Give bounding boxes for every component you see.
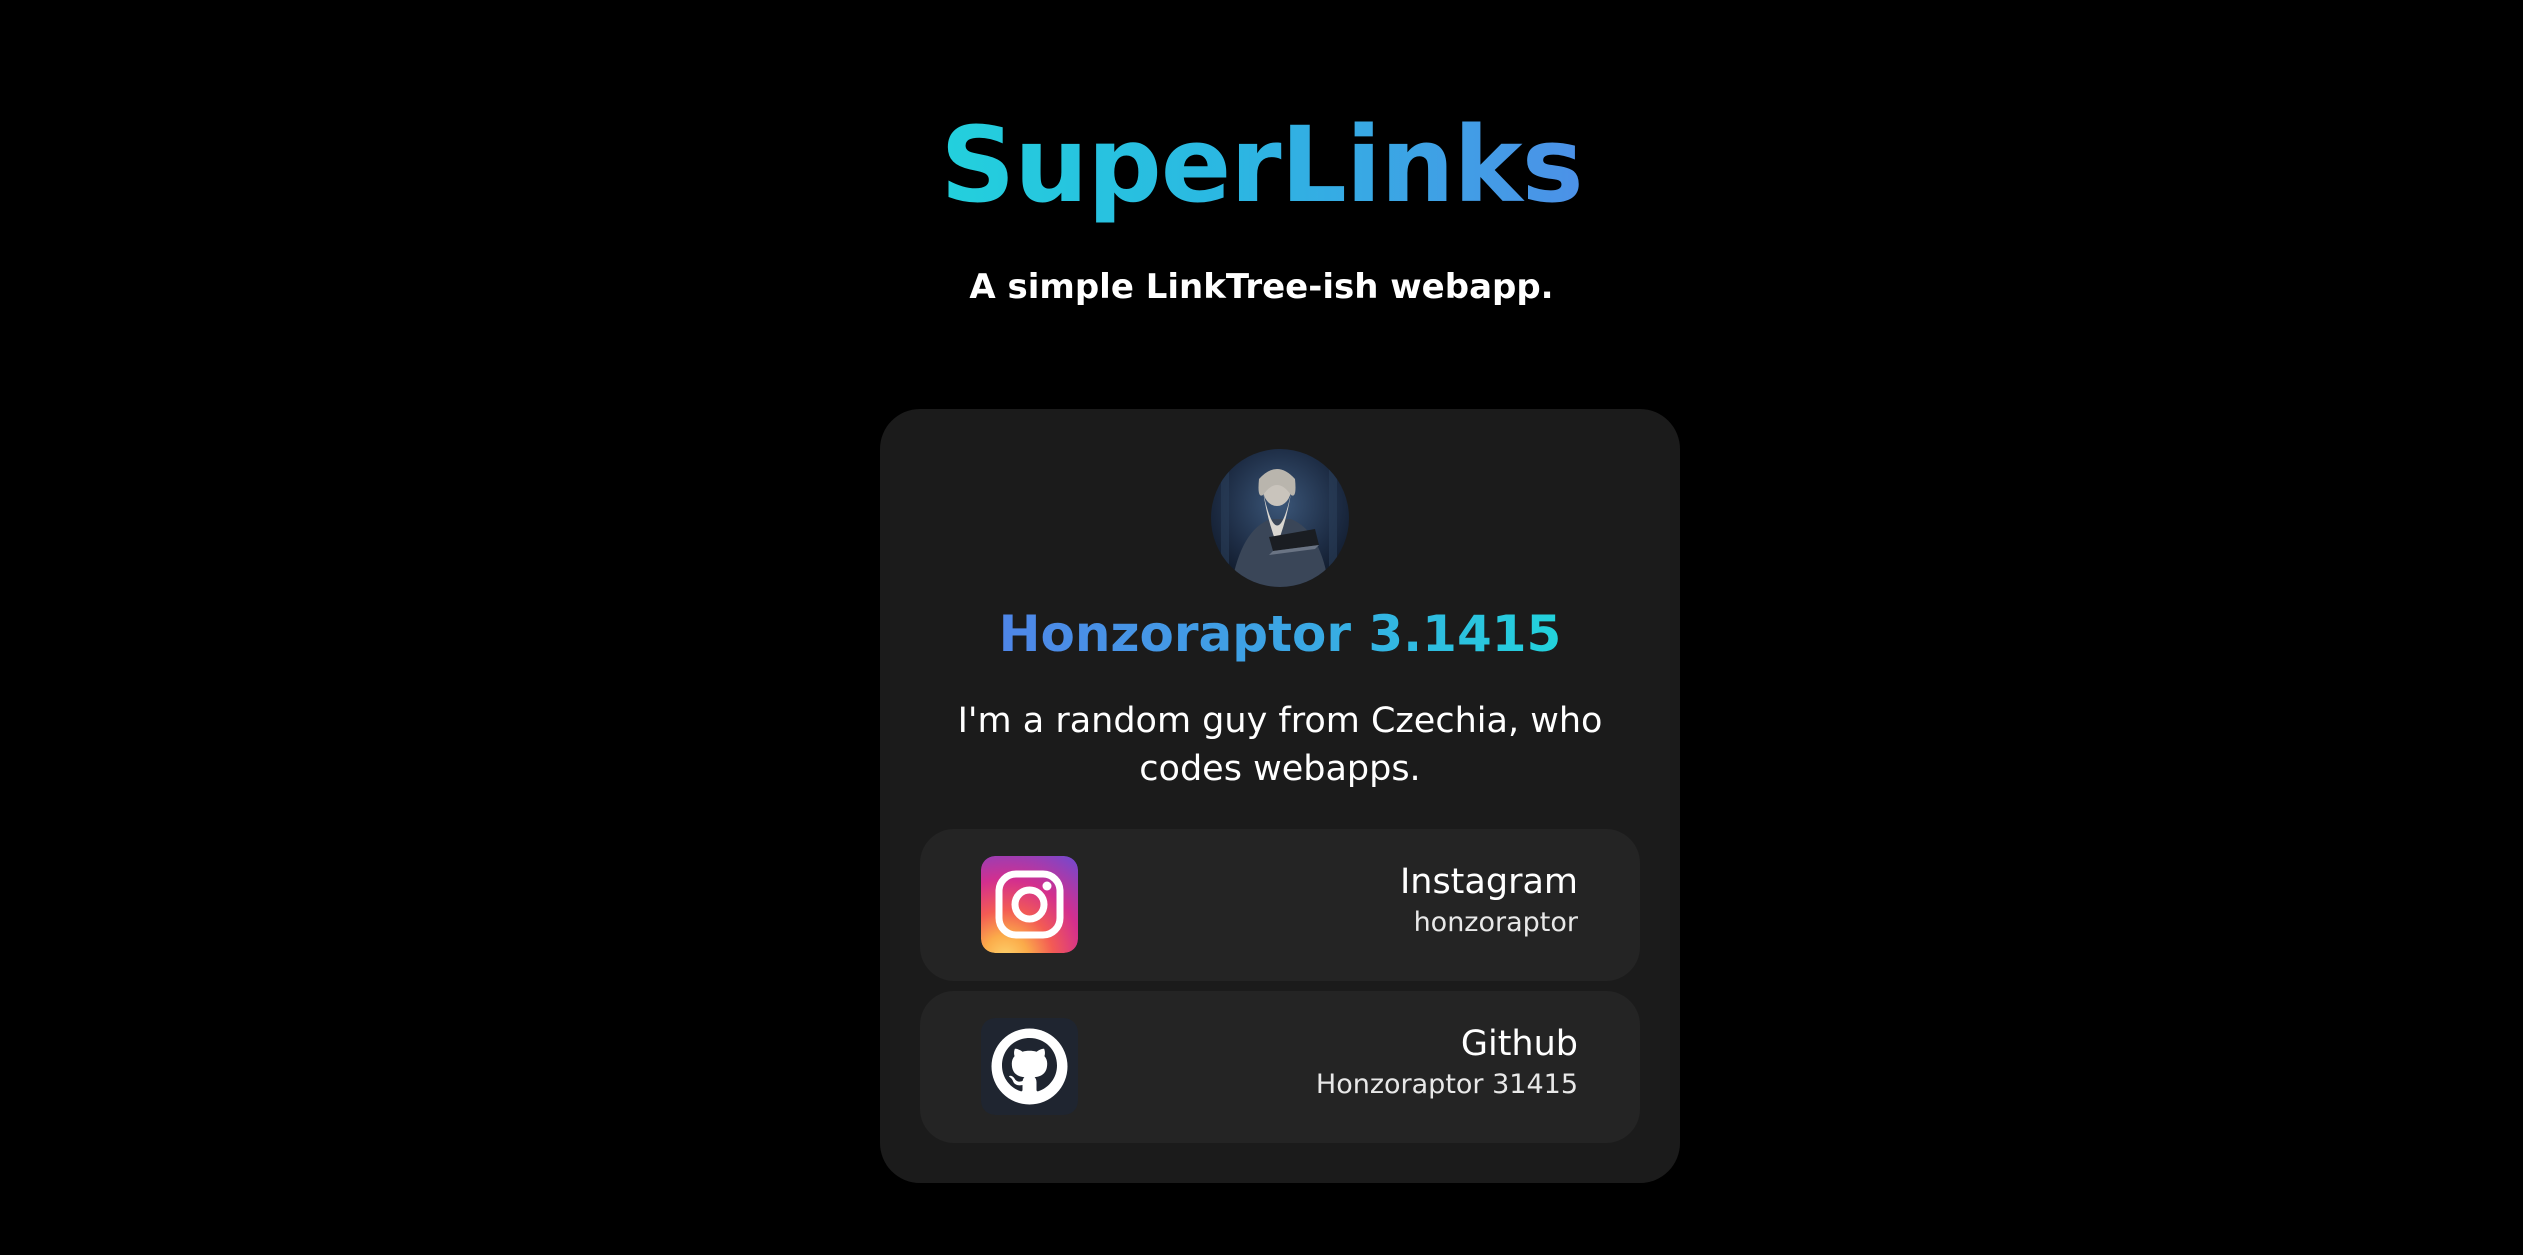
link-item-instagram[interactable]: Instagram honzoraptor [920,829,1640,981]
profile-name-text: Honzoraptor 3.1415 [998,605,1562,663]
link-handle: honzoraptor [1413,907,1578,938]
page: SuperLinks A simple LinkTree-ish webapp. [0,0,2523,1255]
link-item-github[interactable]: Github Honzoraptor 31415 [920,991,1640,1143]
app-title: SuperLinks [912,90,1612,240]
link-title: Instagram [1399,862,1578,902]
app-subtitle: A simple LinkTree-ish webapp. [969,267,1554,307]
link-text-github: Github Honzoraptor 31415 [1316,1021,1578,1103]
link-text-instagram: Instagram honzoraptor [1400,859,1578,941]
profile-name: Honzoraptor 3.1415 [880,594,1680,674]
profile-card: Honzoraptor 3.1415 I'm a random guy from… [880,409,1680,1183]
link-title: Github [1460,1024,1578,1064]
avatar-image [1211,449,1349,587]
avatar [1211,449,1349,587]
instagram-icon [981,856,1078,953]
profile-bio: I'm a random guy from Czechia, who codes… [957,701,1603,789]
github-icon [981,1018,1078,1115]
link-handle: Honzoraptor 31415 [1315,1069,1578,1100]
